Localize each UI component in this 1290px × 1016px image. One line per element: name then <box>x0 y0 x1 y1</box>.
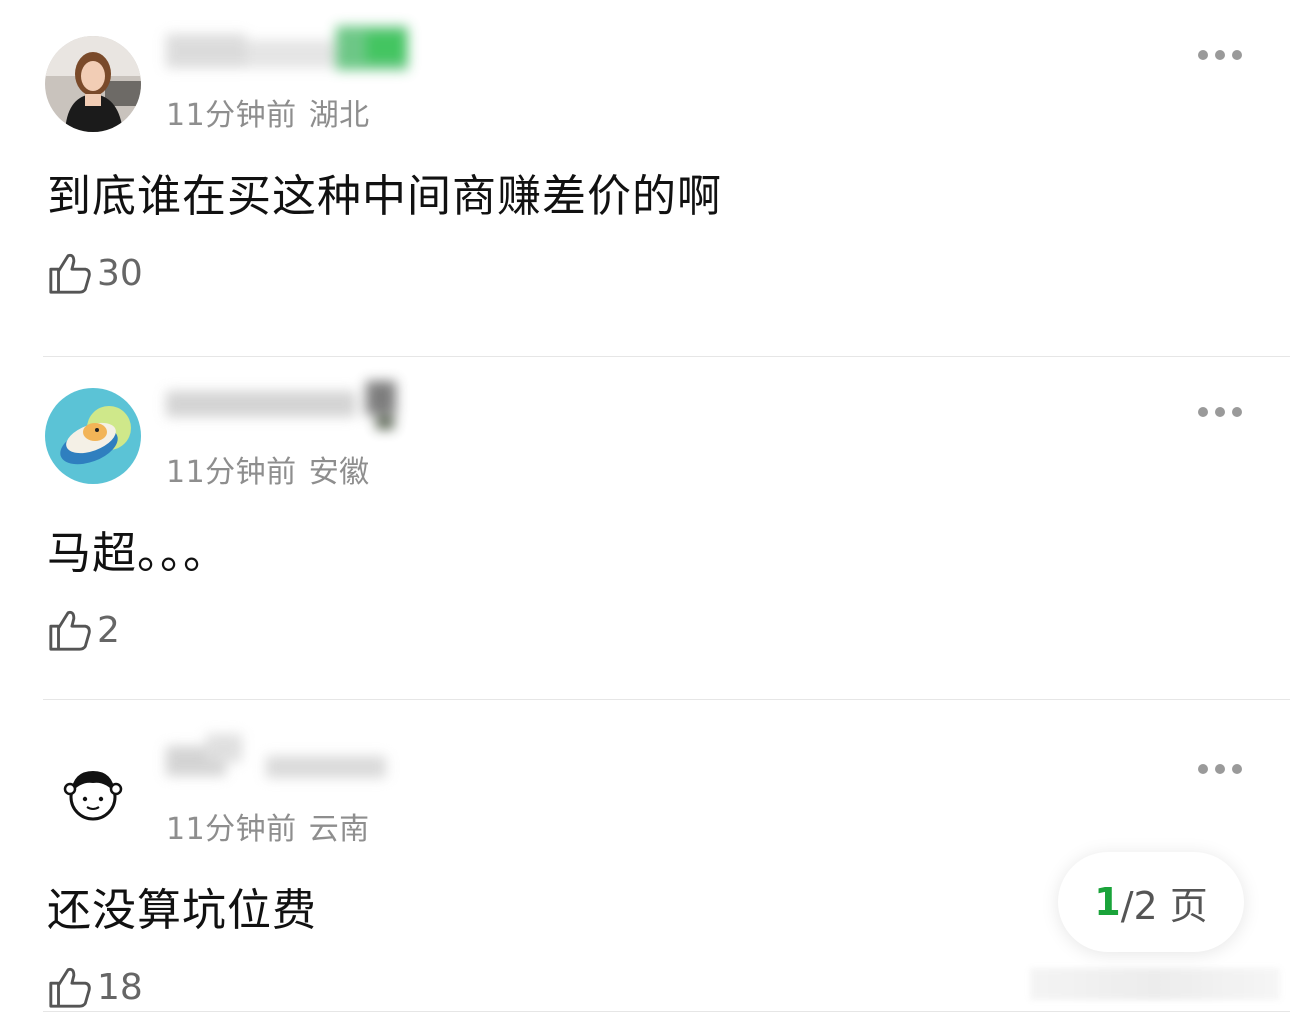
page-total: /2 页 <box>1120 883 1208 928</box>
divider <box>43 1011 1290 1012</box>
like-button[interactable]: 30 <box>47 248 143 298</box>
more-options-icon[interactable] <box>1198 48 1242 62</box>
thumbs-up-icon <box>49 253 91 294</box>
username-blurred[interactable] <box>166 730 426 790</box>
comment-location: 安徽 <box>308 455 370 490</box>
comment-time: 11分钟前 <box>166 812 297 847</box>
thumbs-up-icon <box>49 967 91 1008</box>
comment-meta: 11分钟前 安徽 <box>166 447 370 491</box>
comment-location: 云南 <box>308 812 370 847</box>
comment-text: 马超。。。 <box>47 528 228 579</box>
comment-item: 11分钟前 安徽 马超。。。 2 <box>0 343 1290 700</box>
user-avatar[interactable] <box>45 388 141 484</box>
like-count: 18 <box>97 966 143 1008</box>
thumbs-up-icon <box>49 610 91 651</box>
like-button[interactable]: 18 <box>47 962 143 1012</box>
comment-location: 湖北 <box>308 98 370 133</box>
comment-meta: 11分钟前 云南 <box>166 804 370 848</box>
user-avatar[interactable] <box>45 36 141 132</box>
current-page: 1 <box>1094 880 1121 924</box>
comment-time: 11分钟前 <box>166 455 297 490</box>
page-indicator[interactable]: 1/2 页 <box>1058 852 1244 952</box>
like-count: 30 <box>97 252 143 294</box>
username-blurred[interactable] <box>166 373 426 433</box>
cartoon-capybara-avatar-icon <box>45 388 141 484</box>
like-button[interactable]: 2 <box>47 605 120 655</box>
user-avatar[interactable] <box>45 745 141 841</box>
comment-text: 还没算坑位费 <box>47 885 317 936</box>
comment-time: 11分钟前 <box>166 98 297 133</box>
watermark <box>1030 968 1280 1000</box>
like-count: 2 <box>97 609 120 651</box>
more-options-icon[interactable] <box>1198 405 1242 419</box>
username-blurred[interactable] <box>166 22 426 82</box>
comment-text: 到底谁在买这种中间商赚差价的啊 <box>47 171 722 222</box>
comment-meta: 11分钟前 湖北 <box>166 90 370 134</box>
comment-item: 11分钟前 湖北 到底谁在买这种中间商赚差价的啊 30 <box>0 0 1290 357</box>
girl-photo-avatar-icon <box>45 36 141 132</box>
more-options-icon[interactable] <box>1198 762 1242 776</box>
cartoon-girl-face-avatar-icon <box>45 745 141 841</box>
